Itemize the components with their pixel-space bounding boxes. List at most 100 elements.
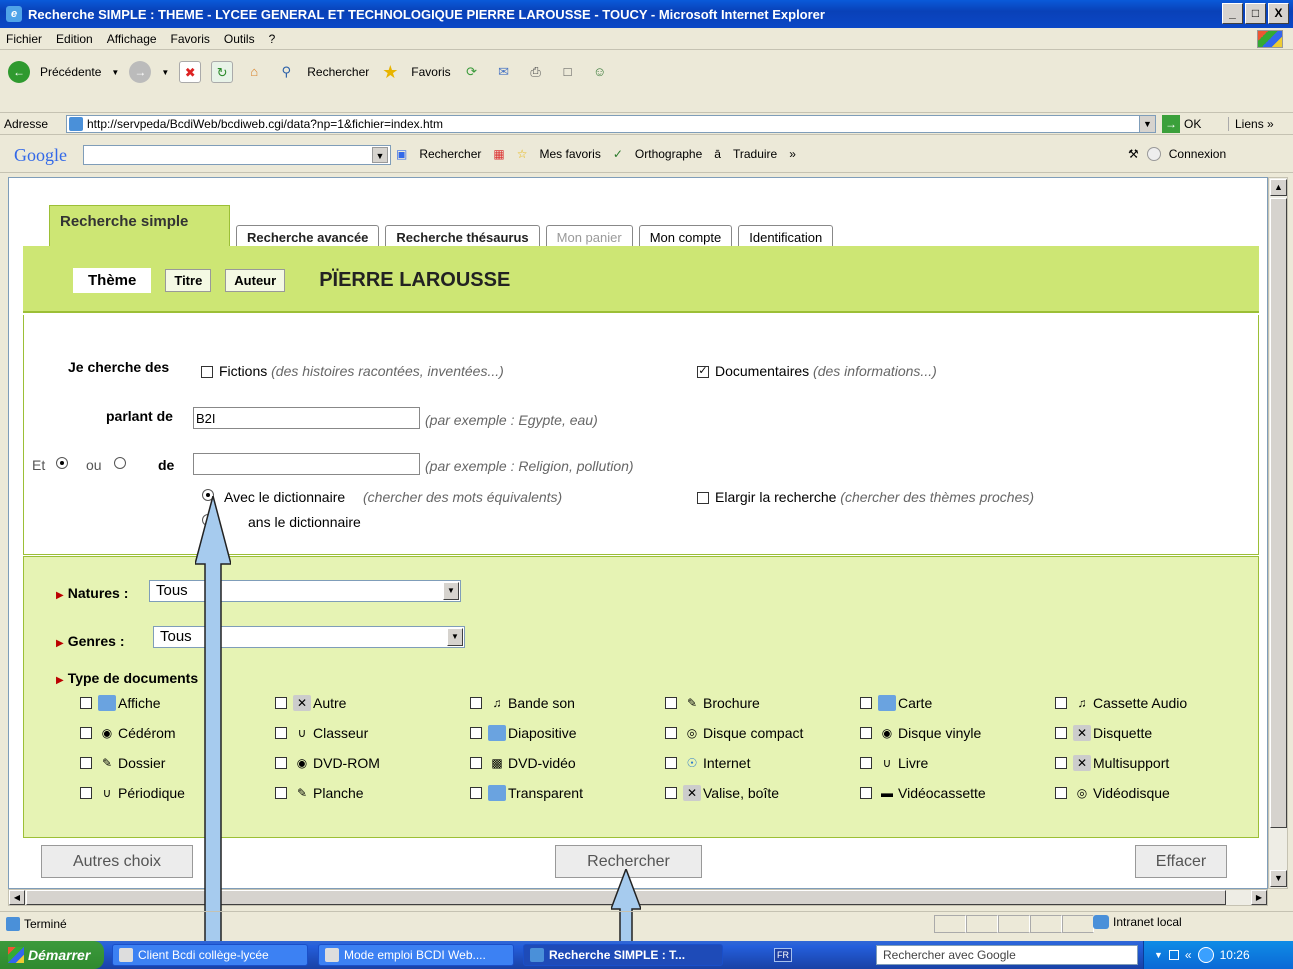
type-diapositive[interactable]: Diapositive (470, 725, 576, 741)
edit-icon[interactable]: □ (557, 61, 579, 83)
refresh-icon[interactable]: ↻ (211, 61, 234, 83)
type-bande-son-checkbox[interactable] (470, 697, 482, 709)
google-search-button[interactable]: Rechercher (419, 147, 481, 161)
address-url[interactable]: http://servpeda/BcdiWeb/bcdiweb.cgi/data… (87, 117, 443, 131)
taskbar-item-mode-emploi[interactable]: Mode emploi BCDI Web.... (318, 944, 514, 966)
menu-fichier[interactable]: Fichier (6, 32, 42, 46)
go-arrow-icon[interactable]: → (1162, 115, 1180, 133)
type-disquette-checkbox[interactable] (1055, 727, 1067, 739)
translate-button[interactable]: Traduire (733, 147, 777, 161)
type-cassette-audio[interactable]: ♫ Cassette Audio (1055, 695, 1187, 711)
type-cederom-checkbox[interactable] (80, 727, 92, 739)
fictions-checkbox[interactable] (201, 366, 213, 379)
type-disque-vinyle[interactable]: ◉ Disque vinyle (860, 725, 981, 741)
de-input[interactable] (193, 453, 420, 475)
genres-dropdown-icon[interactable]: ▼ (447, 628, 463, 646)
type-videodisque[interactable]: ◎ Vidéodisque (1055, 785, 1170, 801)
home-icon[interactable]: ⌂ (243, 61, 265, 83)
type-cassette-audio-checkbox[interactable] (1055, 697, 1067, 709)
type-brochure[interactable]: ✎ Brochure (665, 695, 760, 711)
messenger-icon[interactable]: ☺ (589, 61, 611, 83)
type-classeur[interactable]: ∪ Classeur (275, 725, 368, 741)
type-valise[interactable]: ✕ Valise, boîte (665, 785, 779, 801)
type-dvd-video-checkbox[interactable] (470, 757, 482, 769)
mail-icon[interactable]: ✉ (493, 61, 515, 83)
print-icon[interactable]: ⎙ (525, 61, 547, 83)
type-multisupport-checkbox[interactable] (1055, 757, 1067, 769)
type-planche[interactable]: ✎ Planche (275, 785, 364, 801)
bookmarks-star-icon[interactable]: ☆ (517, 147, 528, 161)
vertical-scrollbar[interactable]: ▲ ▼ (1268, 177, 1288, 889)
menu-affichage[interactable]: Affichage (107, 32, 157, 46)
type-transparent-checkbox[interactable] (470, 787, 482, 799)
google-search-input[interactable] (83, 145, 391, 165)
address-input[interactable]: http://servpeda/BcdiWeb/bcdiweb.cgi/data… (66, 115, 1156, 133)
type-valise-checkbox[interactable] (665, 787, 677, 799)
type-internet-checkbox[interactable] (665, 757, 677, 769)
scroll-down-icon[interactable]: ▼ (1270, 870, 1287, 887)
stop-icon[interactable]: ✖ (179, 61, 202, 83)
start-label[interactable]: Démarrer (28, 947, 90, 963)
type-diapositive-checkbox[interactable] (470, 727, 482, 739)
subtab-auteur[interactable]: Auteur (225, 269, 286, 292)
type-disque-vinyle-checkbox[interactable] (860, 727, 872, 739)
type-autre[interactable]: ✕ Autre (275, 695, 346, 711)
type-videocassette[interactable]: ▬ Vidéocassette (860, 785, 986, 801)
google-dropdown-icon[interactable]: ▼ (372, 147, 388, 163)
bookmarks-button[interactable]: Mes favoris (539, 147, 600, 161)
scroll-right-icon[interactable]: ▶ (1251, 890, 1267, 905)
documentaires-checkbox[interactable]: ✓ (697, 366, 709, 379)
type-cederom[interactable]: ◉ Cédérom (80, 725, 176, 741)
tray-expand-icon[interactable]: « (1185, 948, 1192, 962)
spellcheck-icon[interactable]: ✓ (613, 147, 623, 161)
favorites-star-icon[interactable]: ★ (379, 61, 401, 83)
scroll-up-icon[interactable]: ▲ (1270, 179, 1287, 196)
close-button[interactable]: X (1268, 3, 1289, 24)
menu-edition[interactable]: Edition (56, 32, 93, 46)
type-dvd-video[interactable]: ▩ DVD-vidéo (470, 755, 576, 771)
autres-choix-button[interactable]: Autres choix (41, 845, 193, 878)
go-button[interactable]: → OK (1162, 115, 1201, 133)
back-button[interactable]: Précédente (40, 65, 101, 79)
taskbar-item-bcdi[interactable]: Client Bcdi collège-lycée (112, 944, 308, 966)
forward-arrow-icon[interactable]: → (129, 61, 152, 83)
favorites-button[interactable]: Favoris (411, 65, 450, 79)
type-classeur-checkbox[interactable] (275, 727, 287, 739)
tray-window-icon[interactable] (1168, 950, 1179, 960)
menu-help[interactable]: ? (269, 32, 276, 46)
type-autre-checkbox[interactable] (275, 697, 287, 709)
tab-recherche-simple[interactable]: Recherche simple (49, 205, 230, 251)
type-dossier[interactable]: ✎ Dossier (80, 755, 165, 771)
type-dvd-rom-checkbox[interactable] (275, 757, 287, 769)
back-dropdown-icon[interactable]: ▼ (111, 68, 119, 77)
effacer-button[interactable]: Effacer (1135, 845, 1227, 878)
spellcheck-button[interactable]: Orthographe (635, 147, 702, 161)
elargir-option[interactable]: Elargir la recherche (chercher des thème… (697, 489, 1034, 505)
taskbar-google-search[interactable]: Rechercher avec Google (876, 945, 1138, 965)
type-disquette[interactable]: ✕ Disquette (1055, 725, 1152, 741)
go-label[interactable]: OK (1184, 117, 1201, 131)
type-internet[interactable]: ☉ Internet (665, 755, 750, 771)
more-button[interactable]: » (789, 147, 796, 161)
type-affiche-checkbox[interactable] (80, 697, 92, 709)
start-button[interactable]: Démarrer (0, 941, 104, 969)
type-brochure-checkbox[interactable] (665, 697, 677, 709)
links-button[interactable]: Liens » (1228, 117, 1274, 131)
language-indicator[interactable]: FR (774, 948, 792, 962)
back-arrow-icon[interactable]: ← (8, 61, 30, 83)
type-livre[interactable]: ∪ Livre (860, 755, 928, 771)
documentaires-option[interactable]: ✓ Documentaires (des informations...) (697, 363, 937, 379)
type-affiche[interactable]: Affiche (80, 695, 161, 711)
minimize-button[interactable]: _ (1222, 3, 1243, 24)
vertical-scroll-thumb[interactable] (1270, 198, 1287, 828)
links-label[interactable]: Liens (1235, 117, 1264, 131)
subtab-titre[interactable]: Titre (165, 269, 212, 292)
search-icon[interactable]: ⚲ (275, 61, 297, 83)
address-dropdown-icon[interactable]: ▼ (1139, 116, 1155, 132)
google-search-icon[interactable]: ▣ (396, 147, 407, 161)
maximize-button[interactable]: □ (1245, 3, 1266, 24)
popup-blocker-icon[interactable]: ▦ (493, 147, 504, 161)
network-icon[interactable] (1197, 947, 1214, 963)
tray-dropdown-icon[interactable]: ▼ (1154, 950, 1163, 960)
subtab-theme[interactable]: Thème (73, 268, 152, 293)
